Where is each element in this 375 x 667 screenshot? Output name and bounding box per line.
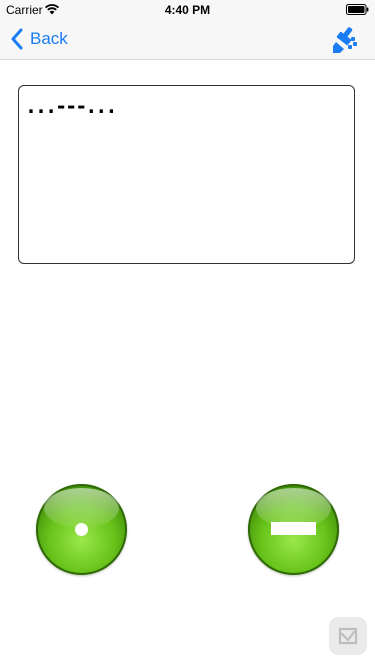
morse-text: ...---... — [25, 94, 117, 118]
status-time: 4:40 PM — [164, 3, 211, 17]
dot-button[interactable] — [36, 484, 127, 575]
app-badge-glyph — [338, 627, 358, 645]
navigation-bar: Back — [0, 20, 375, 60]
back-button[interactable]: Back — [10, 25, 68, 53]
button-gloss — [44, 488, 119, 528]
morse-text-panel[interactable]: ...---... — [18, 85, 355, 264]
paintbrush-icon[interactable] — [331, 25, 361, 55]
back-label: Back — [30, 29, 68, 48]
dash-button[interactable] — [248, 484, 339, 575]
dash-icon — [271, 522, 316, 535]
battery-icon — [346, 4, 369, 15]
status-bar: Carrier 4:40 PM — [0, 0, 375, 20]
chevron-left-icon — [11, 28, 23, 50]
app-badge-icon — [329, 617, 367, 655]
dot-icon — [75, 523, 88, 536]
